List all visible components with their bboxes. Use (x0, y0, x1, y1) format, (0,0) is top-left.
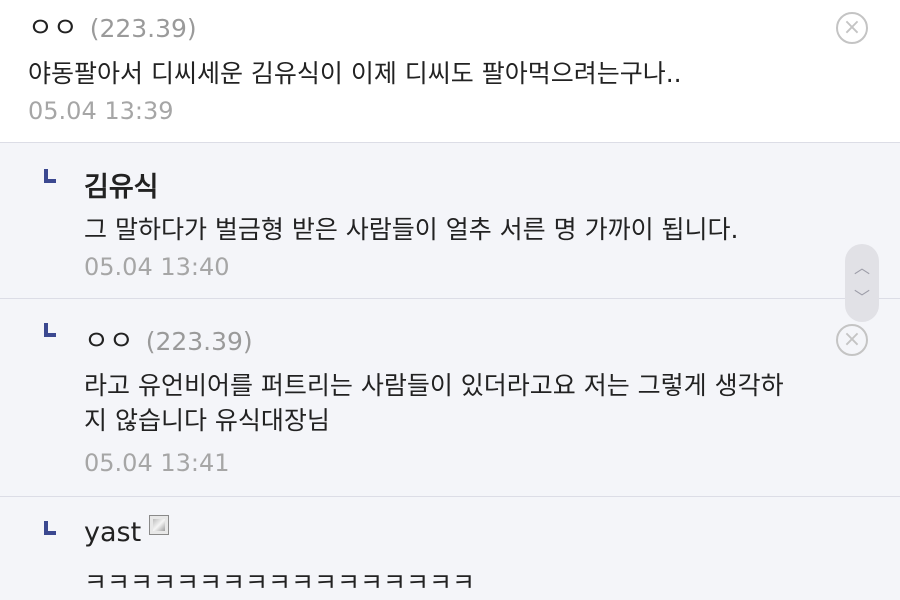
comment-ip: (223.39) (145, 327, 253, 356)
comment-nickname[interactable]: ㅇㅇ (84, 319, 134, 358)
chevron-up-icon[interactable]: ︿ (845, 258, 879, 278)
comment-author-row: yast (84, 515, 170, 548)
comment-nickname[interactable]: 김유식 (84, 165, 159, 204)
comment-author-row: ㅇㅇ (223.39) (84, 319, 253, 358)
comment-timestamp: 05.04 13:41 (84, 449, 230, 477)
comment-timestamp: 05.04 13:39 (28, 97, 174, 125)
comment-text: 라고 유언비어를 퍼트리는 사람들이 있더라고요 저는 그렇게 생각하 지 않습… (84, 371, 784, 435)
close-icon[interactable]: × (836, 12, 868, 44)
chevron-down-icon[interactable]: ﹀ (845, 288, 879, 308)
comment-text: 야동팔아서 디씨세운 김유식이 이제 디씨도 팔아먹으려는구나.. (28, 59, 682, 88)
member-badge-icon (149, 515, 170, 535)
reply-arrow-icon (44, 169, 56, 183)
reply-arrow-icon (44, 521, 56, 535)
comment-item: ㅇㅇ (223.39) × 야동팔아서 디씨세운 김유식이 이제 디씨도 팔아먹… (0, 0, 900, 142)
comment-timestamp: 05.04 13:40 (84, 253, 230, 281)
reply-arrow-icon (44, 323, 56, 337)
scroll-controls: ︿ ﹀ (845, 244, 879, 322)
comment-nickname[interactable]: yast (84, 517, 141, 548)
reply-item: 김유식 그 말하다가 벌금형 받은 사람들이 얼추 서른 명 가까이 됩니다. … (0, 143, 900, 298)
comment-text: 그 말하다가 벌금형 받은 사람들이 얼추 서른 명 가까이 됩니다. (84, 215, 739, 244)
comment-nickname[interactable]: ㅇㅇ (28, 6, 78, 45)
close-icon[interactable]: × (836, 324, 868, 356)
comment-ip: (223.39) (89, 14, 197, 43)
reply-item: ㅇㅇ (223.39) × 라고 유언비어를 퍼트리는 사람들이 있더라고요 저… (0, 299, 900, 496)
comment-author-row: ㅇㅇ (223.39) (28, 6, 197, 45)
reply-item: yast ㅋㅋㅋㅋㅋㅋㅋㅋㅋㅋㅋㅋㅋㅋㅋㅋㅋ (0, 497, 900, 600)
comment-text: ㅋㅋㅋㅋㅋㅋㅋㅋㅋㅋㅋㅋㅋㅋㅋㅋㅋ (84, 568, 476, 597)
comment-author-row: 김유식 (84, 165, 159, 204)
